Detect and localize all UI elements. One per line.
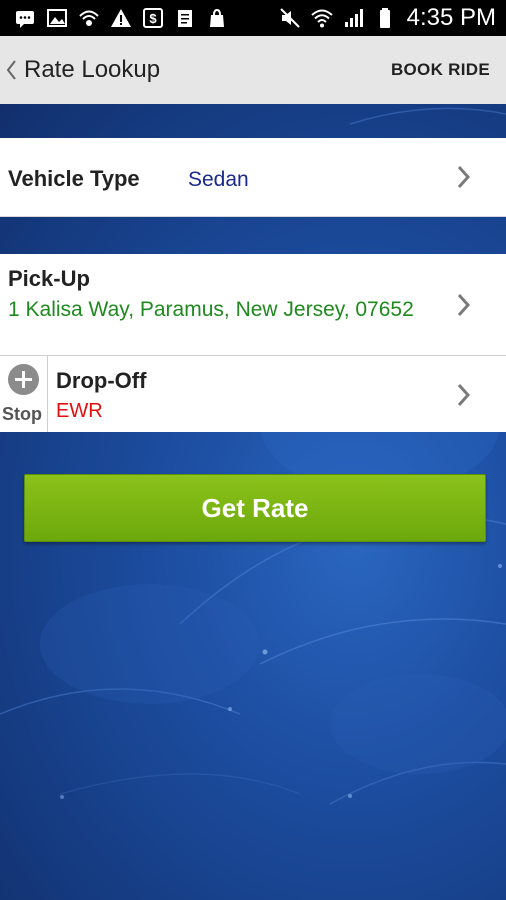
vehicle-type-label: Vehicle Type (8, 166, 140, 191)
bag-icon (210, 8, 224, 27)
image-icon (47, 9, 67, 27)
get-rate-button[interactable]: Get Rate (24, 474, 486, 542)
chevron-right-icon (457, 165, 471, 189)
pickup-label: Pick-Up (8, 266, 90, 291)
system-icons: 4:35 PM (279, 4, 496, 32)
vehicle-type-value: Sedan (188, 168, 249, 191)
dropoff-value: EWR (56, 400, 103, 422)
warning-icon (111, 9, 131, 27)
chevron-right-icon (457, 293, 471, 317)
status-bar: $ 4:35 PM (0, 0, 506, 36)
dollar-icon: $ (143, 8, 163, 28)
clipboard-icon (178, 10, 192, 27)
message-icon (16, 11, 34, 28)
signal-icon (344, 9, 363, 27)
svg-text:$: $ (149, 11, 157, 26)
chevron-right-icon (457, 383, 471, 407)
wifi-icon (310, 9, 333, 28)
pickup-address: 1 Kalisa Way, Paramus, New Jersey, 07652 (8, 298, 414, 321)
clock: 4:35 PM (406, 4, 496, 31)
mute-icon (279, 8, 300, 28)
dropoff-label: Drop-Off (56, 368, 147, 393)
battery-icon (379, 8, 390, 28)
book-ride-button[interactable]: BOOK RIDE (391, 60, 490, 80)
vehicle-type-row[interactable]: Vehicle Type Sedan (0, 138, 506, 217)
app-bar: Rate Lookup BOOK RIDE (0, 36, 506, 105)
back-chevron-icon[interactable] (4, 58, 18, 82)
dropoff-row[interactable]: Stop Drop-Off EWR (0, 356, 506, 432)
pickup-row[interactable]: Pick-Up 1 Kalisa Way, Paramus, New Jerse… (0, 254, 506, 356)
add-stop-button[interactable]: Stop (0, 356, 48, 432)
plus-icon (8, 364, 39, 395)
vpn-icon (79, 10, 99, 26)
page-title[interactable]: Rate Lookup (24, 56, 160, 84)
notification-icons: $ (14, 6, 228, 30)
stop-label: Stop (2, 404, 42, 424)
